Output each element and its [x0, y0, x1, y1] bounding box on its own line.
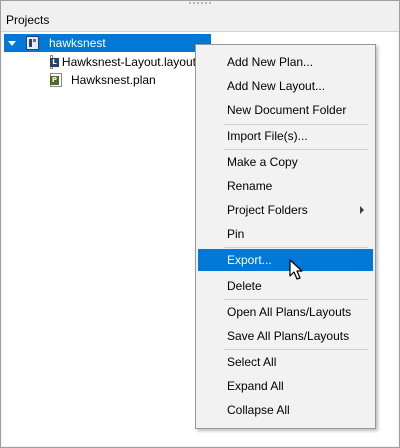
tree-item-project-label: hawksnest [49, 36, 106, 50]
menu-separator [224, 349, 368, 350]
layout-file-icon: L [50, 55, 59, 69]
plan-file-icon: P [50, 73, 62, 87]
tree-item-layout-label: Hawksnest-Layout.layout [61, 55, 196, 69]
menu-item-project-folders[interactable]: Project Folders [198, 199, 373, 221]
panel-header: Projects [1, 9, 399, 32]
menu-separator [224, 149, 368, 150]
menu-item-make-a-copy[interactable]: Make a Copy [198, 151, 373, 173]
panel-resize-grip[interactable] [189, 2, 213, 5]
menu-separator [224, 299, 368, 300]
menu-item-collapse-all[interactable]: Collapse All [198, 399, 373, 421]
project-icon [26, 36, 39, 50]
menu-item-pin[interactable]: Pin [198, 223, 373, 245]
tree-item-plan-label: Hawksnest.plan [71, 73, 156, 87]
menu-item-new-document-folder[interactable]: New Document Folder [198, 99, 373, 121]
menu-item-expand-all[interactable]: Expand All [198, 375, 373, 397]
menu-item-project-folders-label: Project Folders [227, 203, 308, 217]
tree-item-layout[interactable]: L Hawksnest-Layout.layout [50, 53, 196, 71]
collapse-arrow-icon[interactable] [4, 34, 20, 52]
menu-separator [224, 247, 368, 248]
submenu-arrow-icon [360, 206, 364, 214]
panel-title: Projects [6, 13, 50, 27]
menu-item-add-new-layout[interactable]: Add New Layout... [198, 75, 373, 97]
menu-item-open-all[interactable]: Open All Plans/Layouts [198, 301, 373, 323]
menu-item-add-new-plan[interactable]: Add New Plan... [198, 51, 373, 73]
context-menu: Add New Plan... Add New Layout... New Do… [195, 44, 376, 429]
menu-item-export[interactable]: Export... [198, 249, 373, 271]
tree-item-project[interactable]: hawksnest [4, 34, 211, 52]
menu-item-rename[interactable]: Rename [198, 175, 373, 197]
menu-item-import-files[interactable]: Import File(s)... [198, 125, 373, 147]
tree-item-plan[interactable]: P Hawksnest.plan [50, 71, 196, 89]
menu-item-delete[interactable]: Delete [198, 275, 373, 297]
menu-item-save-all[interactable]: Save All Plans/Layouts [198, 325, 373, 347]
menu-item-select-all[interactable]: Select All [198, 351, 373, 373]
mouse-pointer-icon [289, 259, 303, 280]
